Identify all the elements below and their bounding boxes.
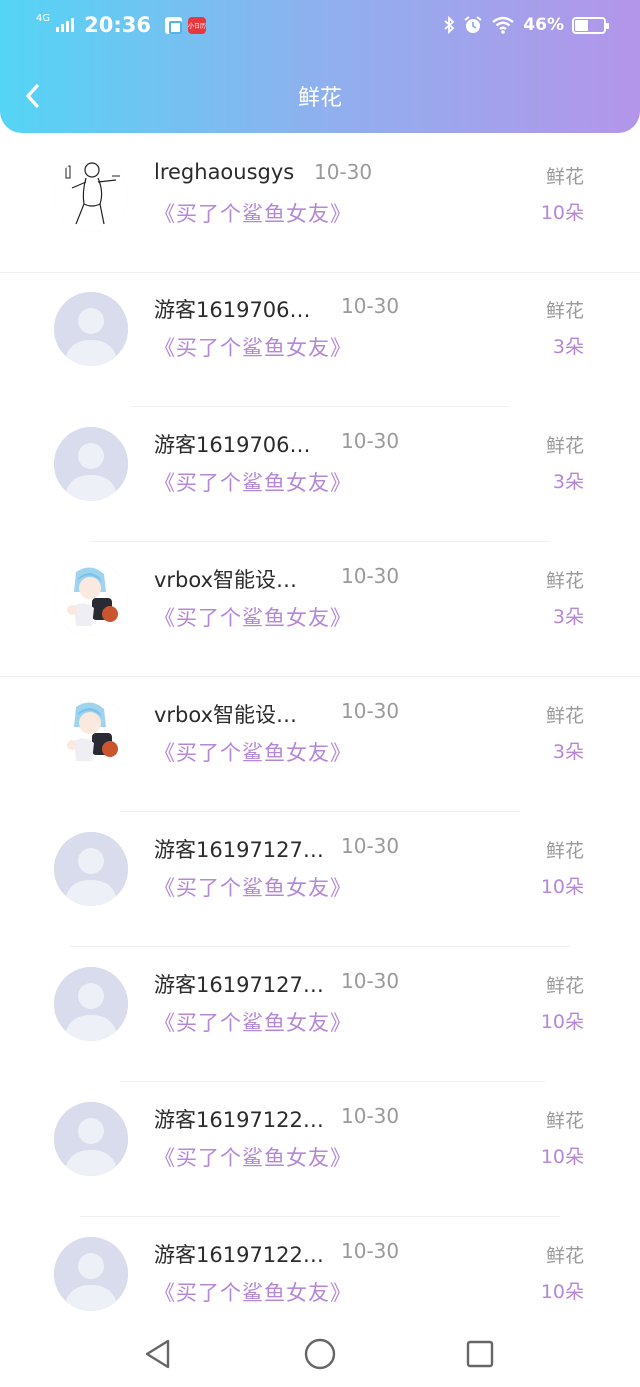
alarm-icon [464, 16, 482, 33]
default-avatar-icon [54, 1102, 128, 1176]
gift-type: 鲜花 [545, 570, 584, 592]
triangle-back-icon [145, 1339, 170, 1369]
list-item[interactable]: 游客16197122… 10-30 《买了个鲨鱼女友》 鲜花 10朵 [0, 1217, 640, 1316]
gift-count: 3朵 [552, 741, 584, 763]
circle-home-icon [304, 1338, 336, 1370]
default-avatar-icon [54, 1237, 128, 1311]
user-name: 游客16197122… [154, 1243, 324, 1267]
gift-type: 鲜花 [545, 166, 584, 188]
book-title-link[interactable]: 《买了个鲨鱼女友》 [154, 1277, 352, 1307]
user-name: 游客16197127… [154, 838, 324, 862]
gift-date: 10-30 [341, 294, 400, 318]
default-avatar-icon [54, 832, 128, 906]
book-title-link[interactable]: 《买了个鲨鱼女友》 [154, 737, 352, 767]
gift-type: 鲜花 [545, 1245, 584, 1267]
gift-count: 10朵 [540, 1011, 584, 1033]
list-item[interactable]: vrbox智能设… 10-30 《买了个鲨鱼女友》 鲜花 3朵 [0, 677, 640, 812]
gift-date: 10-30 [341, 564, 400, 588]
list-item[interactable]: vrbox智能设… 10-30 《买了个鲨鱼女友》 鲜花 3朵 [0, 542, 640, 677]
list-item[interactable]: 游客16197127… 10-30 《买了个鲨鱼女友》 鲜花 10朵 [0, 947, 640, 1082]
gift-count: 10朵 [540, 202, 584, 224]
status-time: 20:36 [84, 13, 151, 37]
app-notification-icon [164, 16, 182, 34]
status-right: 46% [443, 10, 609, 40]
nav-home-button[interactable] [300, 1334, 340, 1374]
default-avatar-icon [54, 292, 128, 366]
gift-type: 鲜花 [545, 705, 584, 727]
nav-back-button[interactable] [138, 1334, 178, 1374]
battery-icon [572, 16, 609, 34]
book-title-link[interactable]: 《买了个鲨鱼女友》 [154, 467, 352, 497]
gift-type: 鲜花 [545, 300, 584, 322]
gift-date: 10-30 [314, 160, 373, 184]
status-bar: 4G 20:36 小日历 46% [0, 0, 640, 50]
user-name: 游客1619706… [154, 298, 311, 322]
gift-count: 10朵 [540, 876, 584, 898]
battery-percent: 46% [523, 15, 564, 35]
page-title: 鲜花 [297, 86, 342, 111]
book-title-link[interactable]: 《买了个鲨鱼女友》 [154, 602, 352, 632]
list-item[interactable]: 游客16197122… 10-30 《买了个鲨鱼女友》 鲜花 10朵 [0, 1082, 640, 1217]
gift-type: 鲜花 [545, 975, 584, 997]
gift-count: 10朵 [540, 1281, 584, 1303]
gift-date: 10-30 [341, 1104, 400, 1128]
calendar-app-label: 小日历 [187, 22, 206, 30]
gift-type: 鲜花 [545, 435, 584, 457]
avatar[interactable] [54, 832, 128, 906]
default-avatar-icon [54, 967, 128, 1041]
gift-record-list[interactable]: lreghaousgys 10-30 《买了个鲨鱼女友》 鲜花 10朵 游客1619706… [0, 136, 640, 1316]
gift-date: 10-30 [341, 429, 400, 453]
wifi-icon [492, 16, 515, 34]
gift-date: 10-30 [341, 969, 400, 993]
app-header: 4G 20:36 小日历 46% 鲜花 [0, 0, 640, 133]
avatar[interactable] [54, 292, 128, 366]
gift-date: 10-30 [341, 1239, 400, 1263]
avatar[interactable] [54, 1102, 128, 1176]
signal-icon [56, 18, 75, 32]
gift-date: 10-30 [341, 699, 400, 723]
user-name: 游客16197122… [154, 1108, 324, 1132]
gift-type: 鲜花 [545, 840, 584, 862]
avatar[interactable] [54, 562, 128, 636]
book-title-link[interactable]: 《买了个鲨鱼女友》 [154, 332, 352, 362]
status-left: 4G 20:36 小日历 [36, 10, 206, 40]
bluetooth-icon [444, 16, 455, 34]
user-name: vrbox智能设… [154, 568, 298, 592]
list-item[interactable]: 游客1619706… 10-30 《买了个鲨鱼女友》 鲜花 3朵 [0, 407, 640, 542]
list-item[interactable]: lreghaousgys 10-30 《买了个鲨鱼女友》 鲜花 10朵 [0, 138, 640, 273]
battery-level [575, 19, 588, 31]
gift-date: 10-30 [341, 834, 400, 858]
system-nav-bar [0, 1316, 640, 1387]
avatar[interactable] [54, 1237, 128, 1311]
book-title-link[interactable]: 《买了个鲨鱼女友》 [154, 1007, 352, 1037]
gift-count: 3朵 [552, 471, 584, 493]
gift-count: 10朵 [540, 1146, 584, 1168]
book-title-link[interactable]: 《买了个鲨鱼女友》 [154, 1142, 352, 1172]
sketch-avatar-icon [54, 158, 128, 232]
square-recents-icon [466, 1340, 494, 1368]
anime-avatar-icon [54, 562, 128, 636]
avatar[interactable] [54, 967, 128, 1041]
list-item[interactable]: 游客16197127… 10-30 《买了个鲨鱼女友》 鲜花 10朵 [0, 812, 640, 947]
user-name: 游客16197127… [154, 973, 324, 997]
calendar-app-icon: 小日历 [187, 16, 206, 34]
default-avatar-icon [54, 427, 128, 501]
network-type: 4G [36, 13, 51, 24]
gift-count: 3朵 [552, 606, 584, 628]
avatar[interactable] [54, 427, 128, 501]
book-title-link[interactable]: 《买了个鲨鱼女友》 [154, 872, 352, 902]
gift-type: 鲜花 [545, 1110, 584, 1132]
user-name: lreghaousgys [154, 160, 295, 184]
list-item[interactable]: 游客1619706… 10-30 《买了个鲨鱼女友》 鲜花 3朵 [0, 272, 640, 407]
book-title-link[interactable]: 《买了个鲨鱼女友》 [154, 198, 352, 228]
gift-count: 3朵 [552, 336, 584, 358]
user-name: vrbox智能设… [154, 703, 298, 727]
user-name: 游客1619706… [154, 433, 311, 457]
anime-avatar-icon [54, 697, 128, 771]
avatar[interactable] [54, 158, 128, 232]
avatar[interactable] [54, 697, 128, 771]
nav-recents-button[interactable] [460, 1334, 500, 1374]
